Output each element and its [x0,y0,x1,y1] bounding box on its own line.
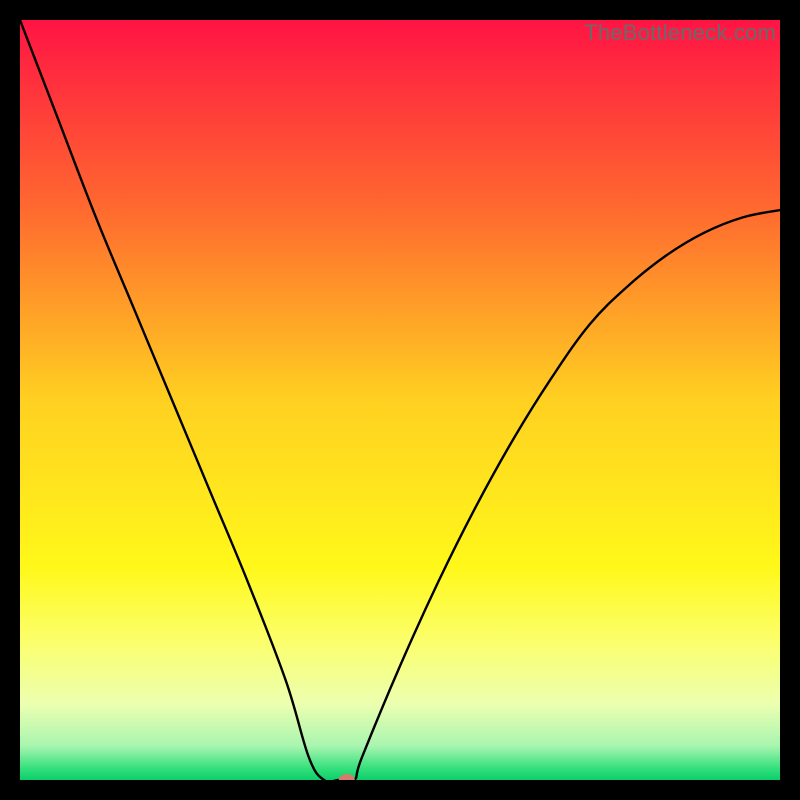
watermark-text: TheBottleneck.com [584,20,776,46]
chart-plot [20,20,780,780]
chart-frame: TheBottleneck.com [20,20,780,780]
